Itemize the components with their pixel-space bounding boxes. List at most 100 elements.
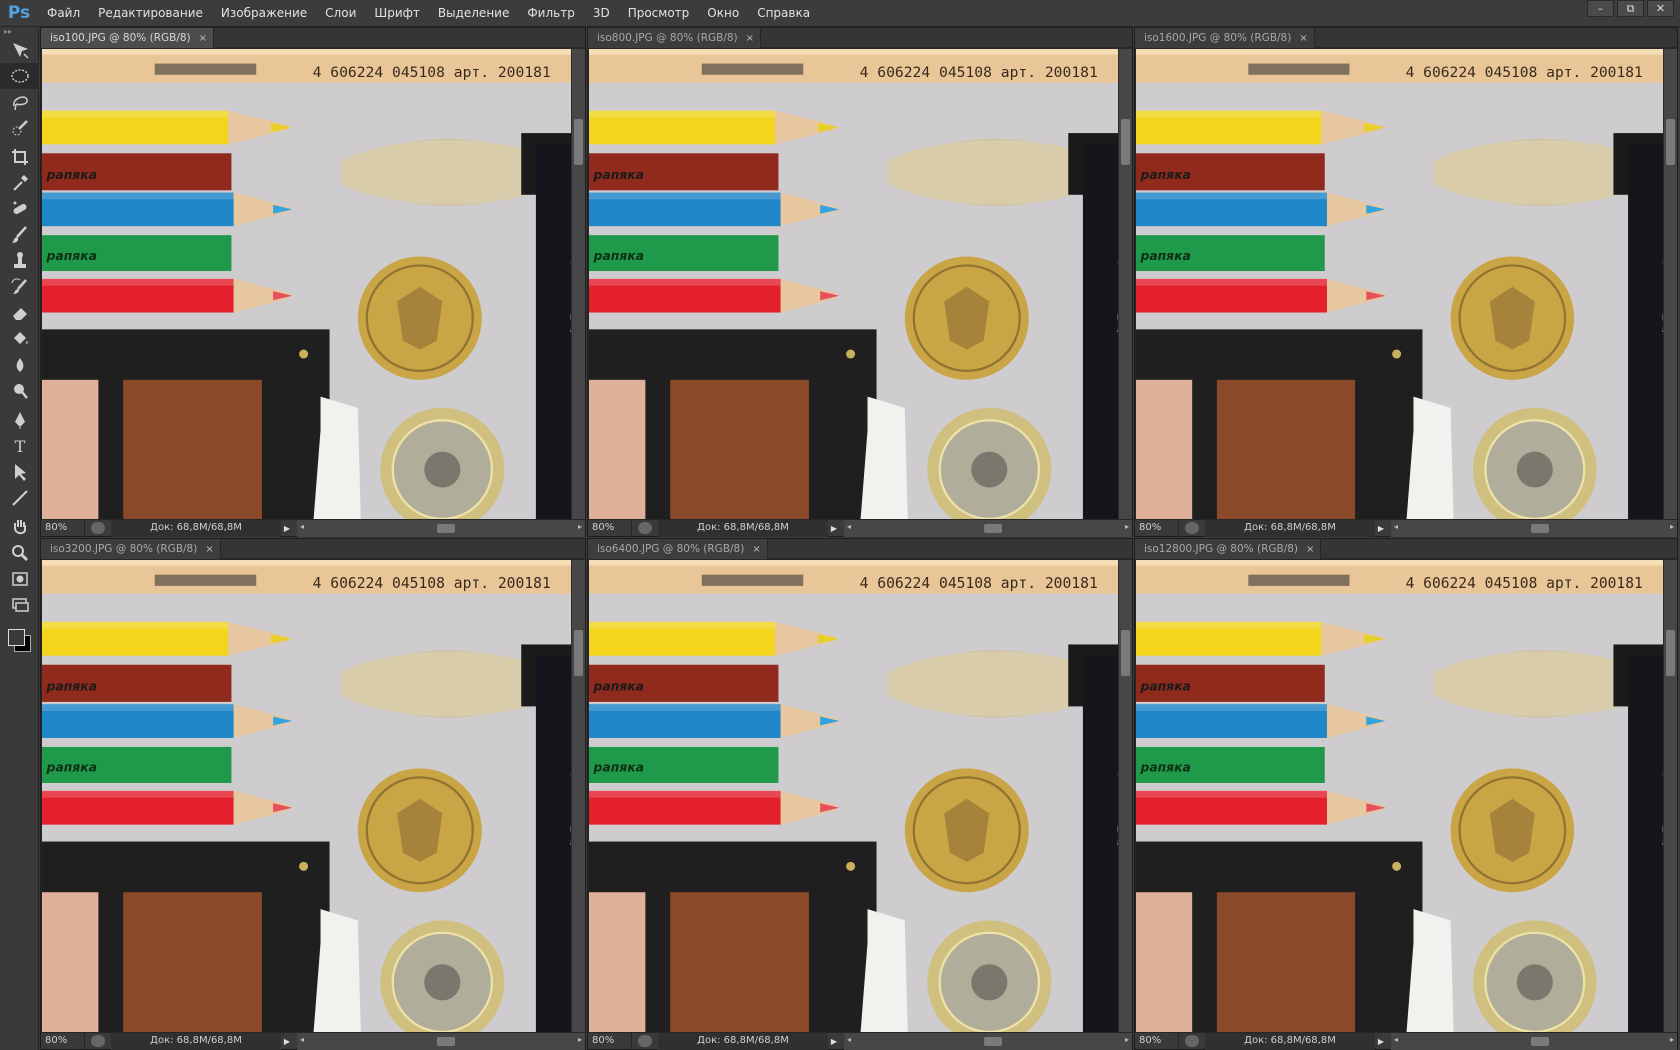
document-tab[interactable]: iso100.JPG @ 80% (RGB/8) × [41, 28, 215, 48]
eraser-icon[interactable] [0, 300, 39, 326]
close-window-button[interactable]: ✕ [1647, 0, 1674, 17]
status-menu-arrow-icon[interactable]: ▶ [281, 524, 293, 533]
menu-3[interactable]: Слои [316, 0, 365, 27]
horizontal-scroll-thumb[interactable] [437, 1036, 455, 1046]
scroll-right-icon[interactable]: ▸ [1670, 522, 1674, 531]
menu-4[interactable]: Шрифт [365, 0, 429, 27]
horizontal-scroll-thumb[interactable] [1531, 523, 1549, 533]
document-tab[interactable]: iso3200.JPG @ 80% (RGB/8) × [41, 539, 221, 559]
document-tab[interactable]: iso6400.JPG @ 80% (RGB/8) × [588, 539, 768, 559]
scroll-left-icon[interactable]: ◂ [847, 1035, 851, 1044]
status-menu-arrow-icon[interactable]: ▶ [281, 1037, 293, 1046]
scroll-left-icon[interactable]: ◂ [1394, 1035, 1398, 1044]
document-canvas[interactable]: 4 606224 045108 арт. 200181 рапяка рапяк… [1136, 560, 1664, 1033]
status-info-icon[interactable] [1185, 522, 1199, 534]
horizontal-scrollbar[interactable]: ◂ ▸ [297, 519, 585, 537]
status-menu-arrow-icon[interactable]: ▶ [1375, 1037, 1387, 1046]
zoom-level[interactable]: 80% [588, 519, 632, 537]
menu-7[interactable]: 3D [584, 0, 619, 27]
close-tab-icon[interactable]: × [205, 544, 213, 555]
screen-mode-icon[interactable] [0, 592, 39, 618]
scroll-left-icon[interactable]: ◂ [300, 522, 304, 531]
zoom-icon[interactable] [0, 540, 39, 566]
panel-grip-icon[interactable]: ▸▸ [0, 27, 38, 37]
vertical-scrollbar[interactable] [1663, 49, 1677, 520]
menu-6[interactable]: Фильтр [518, 0, 583, 27]
history-brush-icon[interactable] [0, 274, 39, 300]
scroll-right-icon[interactable]: ▸ [578, 522, 582, 531]
status-info-icon[interactable] [638, 1035, 652, 1047]
close-tab-icon[interactable]: × [752, 544, 760, 555]
line-icon[interactable] [0, 485, 39, 511]
close-tab-icon[interactable]: × [1306, 544, 1314, 555]
zoom-level[interactable]: 80% [41, 519, 85, 537]
horizontal-scroll-thumb[interactable] [1531, 1036, 1549, 1046]
menu-2[interactable]: Изображение [212, 0, 316, 27]
zoom-level[interactable]: 80% [1135, 1032, 1179, 1050]
dodge-icon[interactable] [0, 378, 39, 404]
vertical-scroll-thumb[interactable] [1121, 630, 1130, 676]
status-info-icon[interactable] [638, 522, 652, 534]
document-canvas[interactable]: 4 606224 045108 арт. 200181 рапяка рапяк… [589, 49, 1119, 520]
close-tab-icon[interactable]: × [1299, 33, 1307, 44]
horizontal-scrollbar[interactable]: ◂ ▸ [1391, 1032, 1677, 1050]
vertical-scrollbar[interactable] [1118, 560, 1132, 1033]
lasso-icon[interactable] [0, 89, 39, 115]
document-canvas[interactable]: 4 606224 045108 арт. 200181 рапяка рапяк… [42, 49, 572, 520]
quick-selection-icon[interactable] [0, 115, 39, 141]
vertical-scrollbar[interactable] [1118, 49, 1132, 520]
scroll-right-icon[interactable]: ▸ [1125, 1035, 1129, 1044]
status-info-icon[interactable] [1185, 1035, 1199, 1047]
close-tab-icon[interactable]: × [746, 33, 754, 44]
zoom-level[interactable]: 80% [1135, 519, 1179, 537]
vertical-scroll-thumb[interactable] [574, 119, 583, 165]
brush-icon[interactable] [0, 222, 39, 248]
horizontal-scroll-thumb[interactable] [984, 523, 1002, 533]
minimize-button[interactable]: – [1587, 0, 1614, 17]
scroll-left-icon[interactable]: ◂ [300, 1035, 304, 1044]
status-info-icon[interactable] [91, 1035, 105, 1047]
scroll-right-icon[interactable]: ▸ [578, 1035, 582, 1044]
hand-icon[interactable] [0, 514, 39, 540]
path-selection-icon[interactable] [0, 459, 39, 485]
menu-10[interactable]: Справка [748, 0, 819, 27]
elliptical-marquee-icon[interactable] [0, 63, 39, 89]
document-tab[interactable]: iso12800.JPG @ 80% (RGB/8) × [1135, 539, 1322, 559]
move-icon[interactable] [0, 37, 39, 63]
scroll-right-icon[interactable]: ▸ [1670, 1035, 1674, 1044]
scroll-left-icon[interactable]: ◂ [847, 522, 851, 531]
menu-0[interactable]: Файл [38, 0, 89, 27]
close-tab-icon[interactable]: × [199, 33, 207, 44]
restore-button[interactable]: ⧉ [1617, 0, 1644, 17]
horizontal-scrollbar[interactable]: ◂ ▸ [297, 1032, 585, 1050]
horizontal-scroll-thumb[interactable] [984, 1036, 1002, 1046]
vertical-scrollbar[interactable] [571, 560, 585, 1033]
document-tab[interactable]: iso800.JPG @ 80% (RGB/8) × [588, 28, 762, 48]
menu-5[interactable]: Выделение [429, 0, 518, 27]
clone-stamp-icon[interactable] [0, 248, 39, 274]
horizontal-scroll-thumb[interactable] [437, 523, 455, 533]
vertical-scroll-thumb[interactable] [574, 630, 583, 676]
spot-healing-icon[interactable] [0, 196, 39, 222]
menu-9[interactable]: Окно [698, 0, 748, 27]
horizontal-scrollbar[interactable]: ◂ ▸ [844, 519, 1132, 537]
scroll-left-icon[interactable]: ◂ [1394, 522, 1398, 531]
menu-8[interactable]: Просмотр [619, 0, 699, 27]
vertical-scrollbar[interactable] [1663, 560, 1677, 1033]
document-canvas[interactable]: 4 606224 045108 арт. 200181 рапяка рапяк… [589, 560, 1119, 1033]
vertical-scrollbar[interactable] [571, 49, 585, 520]
type-icon[interactable]: T [0, 433, 39, 459]
vertical-scroll-thumb[interactable] [1121, 119, 1130, 165]
quick-mask-icon[interactable] [0, 566, 39, 592]
zoom-level[interactable]: 80% [41, 1032, 85, 1050]
status-menu-arrow-icon[interactable]: ▶ [828, 1037, 840, 1046]
zoom-level[interactable]: 80% [588, 1032, 632, 1050]
vertical-scroll-thumb[interactable] [1666, 630, 1675, 676]
foreground-color-swatch[interactable] [8, 629, 25, 646]
crop-icon[interactable] [0, 144, 39, 170]
document-canvas[interactable]: 4 606224 045108 арт. 200181 рапяка рапяк… [1136, 49, 1664, 520]
vertical-scroll-thumb[interactable] [1666, 119, 1675, 165]
status-menu-arrow-icon[interactable]: ▶ [828, 524, 840, 533]
pen-icon[interactable] [0, 407, 39, 433]
scroll-right-icon[interactable]: ▸ [1125, 522, 1129, 531]
